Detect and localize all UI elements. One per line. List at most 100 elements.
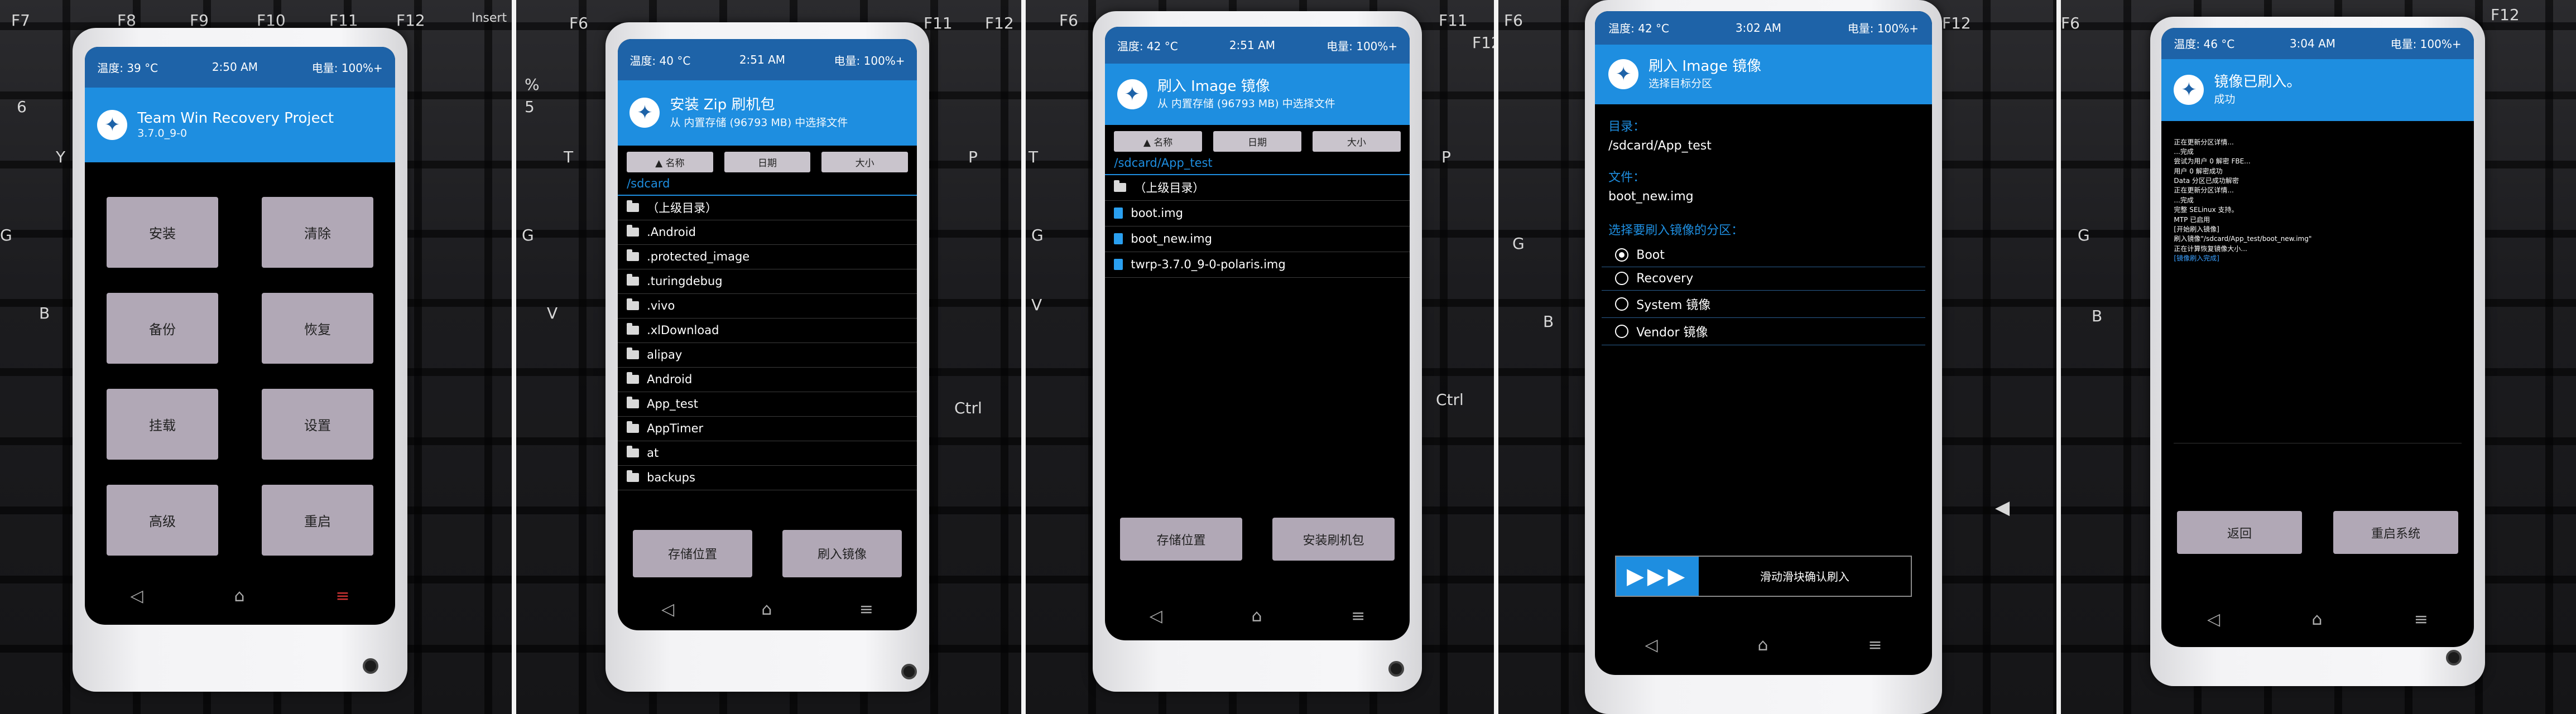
sort-name-button[interactable]: ▲ 名称 bbox=[1114, 131, 1202, 152]
log-line: Data 分区已成功解密 bbox=[2174, 177, 2239, 185]
backup-button[interactable]: 备份 bbox=[106, 293, 219, 364]
arrow-left-icon: ◀ bbox=[1995, 496, 2010, 519]
storage-button[interactable]: 存储位置 bbox=[1120, 518, 1242, 561]
file-name: .Android bbox=[647, 225, 696, 239]
battery-text: 电量: 100%+ bbox=[2390, 37, 2462, 51]
partition-name: Boot bbox=[1636, 248, 1665, 262]
reboot-button[interactable]: 重启 bbox=[261, 484, 374, 556]
list-item[interactable]: App_test bbox=[618, 392, 917, 417]
list-item[interactable]: .vivo bbox=[618, 294, 917, 319]
keyboard-key: P bbox=[968, 148, 978, 166]
list-item[interactable]: twrp-3.7.0_9-0-polaris.img bbox=[1105, 252, 1410, 278]
partition-boot-radio[interactable]: Boot bbox=[1602, 244, 1925, 267]
swipe-to-confirm-slider[interactable]: ▶▶▶ 滑动滑块确认刷入 bbox=[1615, 555, 1912, 597]
log-line: 尝试为用户 0 解密 FBE... bbox=[2174, 157, 2251, 166]
mount-button[interactable]: 挂载 bbox=[106, 388, 219, 460]
list-item[interactable]: Android bbox=[618, 368, 917, 392]
folder-icon bbox=[627, 372, 640, 384]
home-icon[interactable]: ⌂ bbox=[1251, 606, 1262, 626]
list-item[interactable]: .protected_image bbox=[618, 245, 917, 269]
keyboard-key: B bbox=[2092, 307, 2103, 325]
log-line: ...完成 bbox=[2174, 147, 2194, 156]
slider-handle-icon[interactable]: ▶▶▶ bbox=[1616, 556, 1699, 596]
back-button[interactable]: 返回 bbox=[2177, 510, 2302, 554]
file-value: boot_new.img bbox=[1608, 189, 1694, 204]
home-icon[interactable]: ⌂ bbox=[761, 600, 772, 619]
partition-recovery-radio[interactable]: Recovery bbox=[1602, 267, 1925, 291]
action-buttons: 存储位置 刷入镜像 bbox=[618, 529, 917, 577]
back-icon[interactable]: ◁ bbox=[1645, 635, 1657, 655]
list-item[interactable]: .Android bbox=[618, 220, 917, 245]
keyboard-key: T bbox=[564, 148, 574, 166]
sort-date-button[interactable]: 日期 bbox=[724, 151, 811, 172]
list-item[interactable]: （上级目录） bbox=[618, 196, 917, 220]
page-title: 刷入 Image 镜像 bbox=[1157, 78, 1270, 95]
reboot-system-button[interactable]: 重启系统 bbox=[2333, 510, 2458, 554]
list-item[interactable]: .xlDownload bbox=[618, 319, 917, 343]
sort-size-button[interactable]: 大小 bbox=[1313, 131, 1401, 152]
sort-size-button[interactable]: 大小 bbox=[821, 151, 908, 172]
install-button[interactable]: 安装 bbox=[106, 197, 219, 268]
file-icon bbox=[1114, 259, 1123, 271]
folder-icon bbox=[627, 200, 640, 212]
file-icon bbox=[1114, 208, 1123, 219]
settings-button[interactable]: 设置 bbox=[261, 388, 374, 460]
menu-icon[interactable]: ≡ bbox=[859, 600, 873, 619]
list-item[interactable]: at bbox=[618, 441, 917, 466]
sort-name-button[interactable]: ▲ 名称 bbox=[627, 151, 713, 172]
back-icon[interactable]: ◁ bbox=[130, 586, 143, 606]
header: ✦ 刷入 Image 镜像 选择目标分区 bbox=[1595, 44, 1932, 104]
back-icon[interactable]: ◁ bbox=[2207, 610, 2220, 629]
log-line: 正在更新分区详情... bbox=[2174, 138, 2234, 146]
keyboard-key: F6 bbox=[1504, 11, 1523, 30]
partition-system-radio[interactable]: System 镜像 bbox=[1602, 291, 1925, 318]
phone-body: 温度: 46 °C 3:04 AM 电量: 100%+ ✦ 镜像已刷入。 成功 … bbox=[2150, 17, 2485, 686]
action-buttons: 存储位置 安装刷机包 bbox=[1105, 518, 1410, 561]
list-item[interactable]: backups bbox=[618, 466, 917, 490]
list-item[interactable]: .turingdebug bbox=[618, 269, 917, 294]
menu-icon[interactable]: ≡ bbox=[1868, 635, 1882, 655]
folder-icon bbox=[627, 249, 640, 261]
slider-text: 滑动滑块确认刷入 bbox=[1760, 570, 1849, 584]
sort-date-button[interactable]: 日期 bbox=[1213, 131, 1301, 152]
back-icon[interactable]: ◁ bbox=[661, 600, 674, 619]
menu-icon[interactable]: ≡ bbox=[2414, 610, 2428, 629]
restore-button[interactable]: 恢复 bbox=[261, 293, 374, 364]
partition-vendor-radio[interactable]: Vendor 镜像 bbox=[1602, 318, 1925, 345]
folder-icon bbox=[627, 348, 640, 359]
log-line: MTP 已启用 bbox=[2174, 215, 2210, 224]
log-line: ...完成 bbox=[2174, 196, 2194, 204]
file-name: Android bbox=[647, 373, 693, 386]
radio-checked-icon bbox=[1615, 248, 1629, 262]
list-item[interactable]: alipay bbox=[618, 343, 917, 368]
twrp-screen: 温度: 46 °C 3:04 AM 电量: 100%+ ✦ 镜像已刷入。 成功 … bbox=[2161, 28, 2474, 647]
storage-button[interactable]: 存储位置 bbox=[632, 529, 753, 577]
menu-icon[interactable]: ≡ bbox=[1351, 606, 1365, 626]
header: ✦ 刷入 Image 镜像 从 内置存储 (96793 MB) 中选择文件 bbox=[1105, 64, 1410, 125]
file-name: alipay bbox=[647, 348, 683, 361]
keyboard-key: F11 bbox=[1439, 11, 1468, 30]
advanced-button[interactable]: 高级 bbox=[106, 484, 219, 556]
list-item[interactable]: boot_new.img bbox=[1105, 226, 1410, 252]
sort-name-label: 名称 bbox=[665, 157, 685, 169]
folder-icon bbox=[627, 397, 640, 408]
list-item[interactable]: （上级目录） bbox=[1105, 175, 1410, 201]
home-icon[interactable]: ⌂ bbox=[234, 586, 244, 606]
list-item[interactable]: boot.img bbox=[1105, 201, 1410, 226]
keyboard-key: Insert bbox=[472, 11, 507, 25]
home-icon[interactable]: ⌂ bbox=[1757, 635, 1768, 655]
file-name: .turingdebug bbox=[647, 274, 723, 288]
twrp-screen: 温度: 40 °C 2:51 AM 电量: 100%+ ✦ 安装 Zip 刷机包… bbox=[618, 39, 917, 630]
keyboard-key: F8 bbox=[117, 11, 136, 30]
wipe-button[interactable]: 清除 bbox=[261, 197, 374, 268]
flash-image-button[interactable]: 刷入镜像 bbox=[782, 529, 902, 577]
keyboard-key: F11 bbox=[924, 14, 953, 32]
list-item[interactable]: AppTimer bbox=[618, 417, 917, 441]
home-icon[interactable]: ⌂ bbox=[2311, 610, 2322, 629]
keyboard-key: T bbox=[1029, 148, 1039, 166]
keyboard-key: F6 bbox=[1059, 11, 1078, 30]
install-zip-button[interactable]: 安装刷机包 bbox=[1272, 518, 1395, 561]
partition-name: Recovery bbox=[1636, 271, 1694, 286]
menu-icon[interactable]: ≡ bbox=[335, 586, 349, 606]
back-icon[interactable]: ◁ bbox=[1150, 606, 1162, 626]
